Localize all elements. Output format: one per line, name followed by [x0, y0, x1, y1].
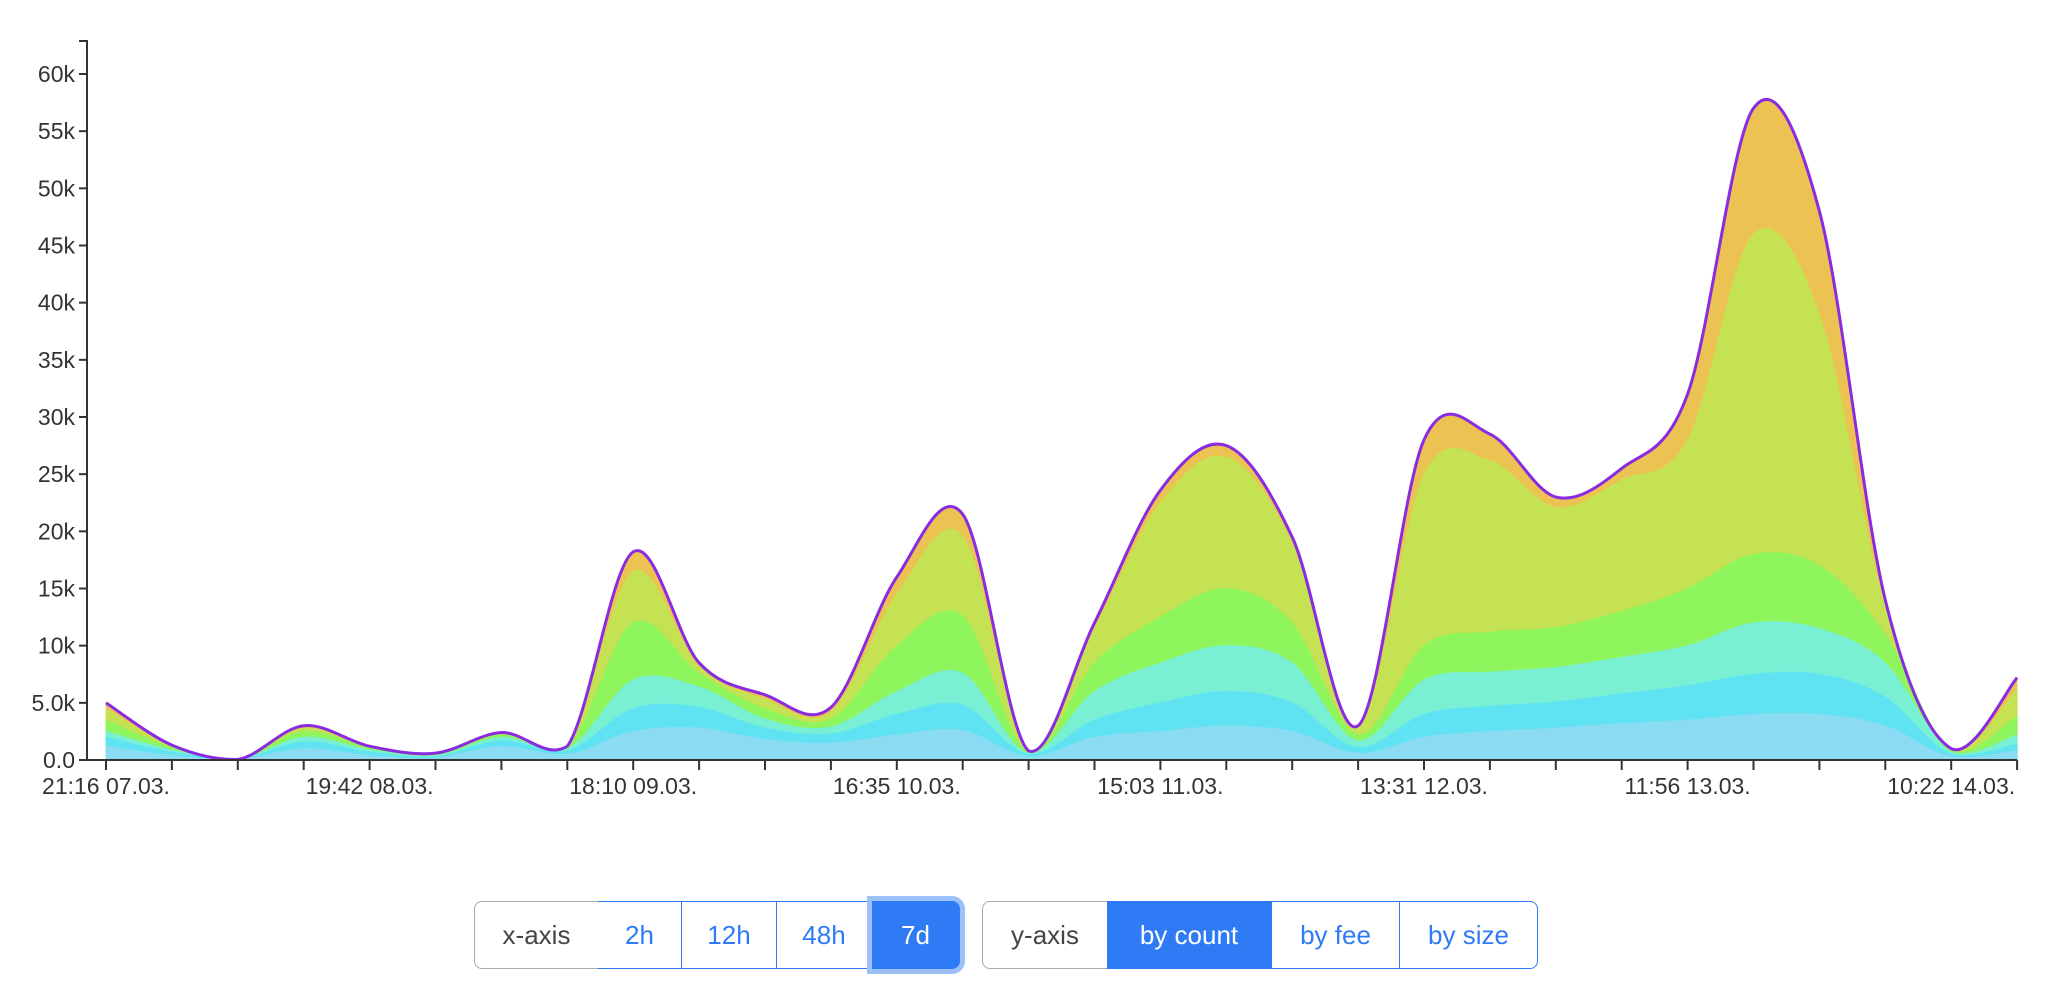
y-by-fee-button[interactable]: by fee [1272, 901, 1400, 969]
x-tick-label: 21:16 07.03. [42, 773, 170, 799]
y-tick-label: 15k [38, 576, 76, 602]
x-axis-label: x-axis [474, 901, 598, 969]
y-tick-label: 20k [38, 518, 76, 544]
y-tick-label: 0.0 [43, 747, 75, 773]
y-tick-label: 30k [38, 404, 76, 430]
x-axis: 21:16 07.03. 19:42 08.03. 18:10 09.03. 16:3… [42, 759, 2019, 799]
mempool-chart: 0.0 5.0k 10k 15k 20k 25k 30k 35k 40k 45k 50k 55k 60k… [32, 40, 2019, 799]
y-tick-label: 5.0k [32, 690, 76, 716]
x-tick-label: 16:35 10.03. [833, 773, 961, 799]
y-tick-label: 40k [38, 290, 76, 316]
y-tick-label: 10k [38, 633, 76, 659]
x-tick-label: 11:56 13.03. [1625, 773, 1751, 799]
y-axis-label: y-axis [982, 901, 1107, 969]
y-tick-label: 45k [38, 233, 76, 259]
x-tick-label: 15:03 11.03. [1097, 773, 1223, 799]
x-tick-label: 13:31 12.03. [1360, 773, 1488, 799]
x-range-12h-button[interactable]: 12h [682, 901, 777, 969]
y-tick-label: 60k [38, 61, 76, 87]
y-tick-label: 35k [38, 347, 76, 373]
y-axis: 0.0 5.0k 10k 15k 20k 25k 30k 35k 40k 45k 50k 55k 60k [32, 40, 88, 773]
x-tick-label: 10:22 14.03. [1887, 773, 2015, 799]
x-range-48h-button[interactable]: 48h [777, 901, 872, 969]
x-range-2h-button[interactable]: 2h [598, 901, 682, 969]
y-tick-label: 55k [38, 118, 76, 144]
x-tick-label: 18:10 09.03. [569, 773, 697, 799]
x-range-7d-button[interactable]: 7d [872, 901, 960, 969]
y-by-size-button[interactable]: by size [1400, 901, 1538, 969]
y-axis-button-group: y-axis by count by fee by size [982, 901, 1538, 969]
y-axis-line [79, 40, 88, 760]
y-by-count-button[interactable]: by count [1107, 901, 1272, 969]
stacked-areas [105, 98, 2018, 761]
x-tick-label: 19:42 08.03. [306, 773, 434, 799]
x-axis-button-group: x-axis 2h 12h 48h 7d [474, 901, 960, 969]
y-tick-label: 50k [38, 175, 76, 201]
y-tick-label: 25k [38, 461, 76, 487]
